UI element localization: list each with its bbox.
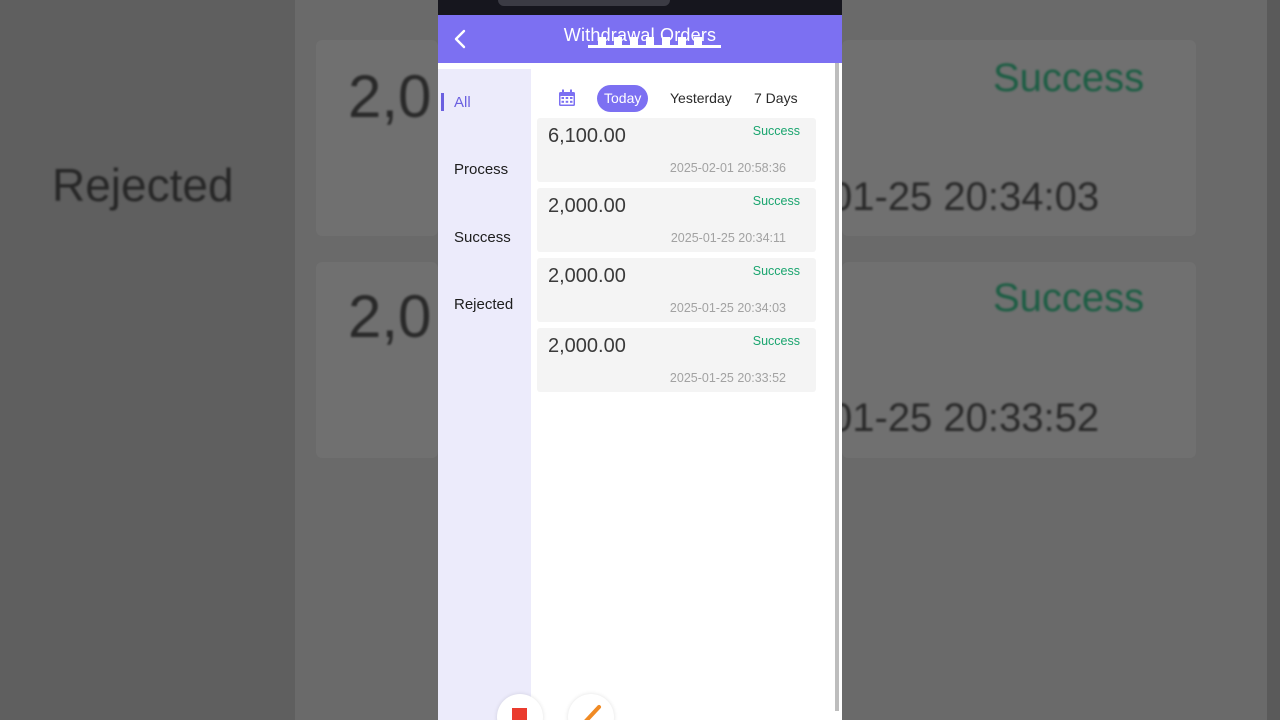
order-time: 2025-01-25 20:33:52 — [669, 371, 786, 385]
order-time: 2025-01-25 20:34:11 — [670, 231, 786, 245]
sidebar-item-all[interactable]: All — [454, 94, 471, 111]
order-amount: 6,100.00 — [548, 125, 626, 147]
order-amount: 2,000.00 — [548, 265, 626, 287]
title-redaction-marks — [598, 37, 710, 45]
date-filter-bar: Today Yesterday 7 Days — [531, 83, 835, 113]
scrollbar[interactable] — [835, 63, 839, 711]
status-sidebar: All Process Success Rejected — [438, 69, 531, 720]
title-underline — [588, 45, 721, 48]
order-card[interactable]: 2,000.00 Success 2025-01-25 20:34:11 — [537, 188, 816, 252]
background-far-right-panel — [1267, 0, 1280, 720]
orders-panel: Today Yesterday 7 Days 6,100.00 Success … — [531, 63, 835, 720]
background-time-text: 01-25 20:33:52 — [830, 396, 1100, 440]
header-bar: Withdrawal Orders — [438, 15, 842, 63]
background-time-text: 01-25 20:34:03 — [830, 175, 1100, 219]
draw-button[interactable] — [568, 694, 614, 720]
sidebar-item-success[interactable]: Success — [454, 229, 511, 246]
order-amount: 2,000.00 — [548, 335, 626, 357]
phone-screen: Withdrawal Orders All Process Success Re… — [438, 0, 842, 720]
pen-icon — [584, 705, 601, 720]
background-amount-text: 2,0 — [348, 283, 432, 350]
order-time: 2025-01-25 20:34:03 — [669, 301, 786, 315]
background-rejected-text: Rejected — [52, 159, 234, 211]
filter-yesterday[interactable]: Yesterday — [663, 85, 739, 112]
background-amount-text: 2,0 — [348, 63, 432, 130]
order-status: Success — [752, 334, 800, 348]
background-status-text: Success — [993, 276, 1145, 320]
background-status-text: Success — [993, 56, 1145, 100]
filter-today[interactable]: Today — [597, 85, 649, 112]
status-bar — [438, 0, 842, 15]
background-left-panel — [0, 0, 295, 720]
stop-icon — [512, 708, 527, 720]
active-item-marker — [441, 93, 444, 111]
status-bar-pill — [498, 0, 670, 6]
calendar-icon[interactable] — [558, 89, 576, 107]
order-card[interactable]: 6,100.00 Success 2025-02-01 20:58:36 — [537, 118, 816, 182]
order-status: Success — [752, 124, 800, 138]
sidebar-item-process[interactable]: Process — [454, 161, 508, 178]
filter-7-days[interactable]: 7 Days — [747, 85, 805, 112]
order-time: 2025-02-01 20:58:36 — [669, 161, 786, 175]
order-amount: 2,000.00 — [548, 195, 626, 217]
order-card[interactable]: 2,000.00 Success 2025-01-25 20:33:52 — [537, 328, 816, 392]
order-status: Success — [752, 264, 800, 278]
sidebar-item-rejected[interactable]: Rejected — [454, 296, 513, 313]
order-status: Success — [752, 194, 800, 208]
order-card[interactable]: 2,000.00 Success 2025-01-25 20:34:03 — [537, 258, 816, 322]
